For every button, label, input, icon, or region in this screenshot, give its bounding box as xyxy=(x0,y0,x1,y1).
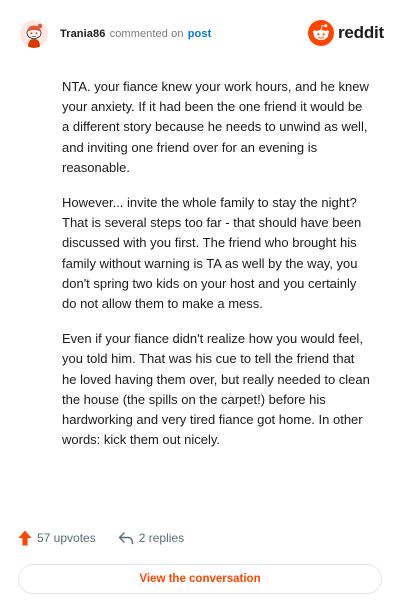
upvote-count[interactable]: 57 upvotes xyxy=(18,530,96,546)
reply-arrow-icon xyxy=(118,531,134,545)
snoo-avatar-icon xyxy=(20,20,48,48)
view-conversation-button[interactable]: View the conversation xyxy=(18,564,382,594)
upvote-arrow-icon xyxy=(18,530,32,546)
brand-wordmark: reddit xyxy=(337,23,384,42)
reply-count[interactable]: 2 replies xyxy=(118,531,184,545)
reply-label: 2 replies xyxy=(138,531,185,545)
comment-meta: Trania86 commented on post xyxy=(60,28,211,40)
comment-stats: 57 upvotes 2 replies xyxy=(18,528,184,548)
username-link[interactable]: Trania86 xyxy=(60,28,105,40)
comment-body: NTA. your fiance knew your work hours, a… xyxy=(62,77,372,465)
reddit-brand[interactable]: reddit xyxy=(307,20,384,46)
post-link[interactable]: post xyxy=(188,28,212,40)
comment-paragraph: NTA. your fiance knew your work hours, a… xyxy=(62,79,369,175)
comment-card: Trania86 commented on post reddit NTA. y… xyxy=(0,0,400,612)
upvote-label: 57 upvotes xyxy=(37,531,96,545)
avatar[interactable] xyxy=(20,20,48,48)
comment-header: Trania86 commented on post reddit xyxy=(20,18,384,50)
comment-paragraph: However... invite the whole family to st… xyxy=(62,195,362,312)
reddit-logo-icon xyxy=(307,20,334,46)
comment-paragraph: Even if your fiance didn't realize how y… xyxy=(62,331,370,448)
action-text: commented on xyxy=(109,28,184,40)
